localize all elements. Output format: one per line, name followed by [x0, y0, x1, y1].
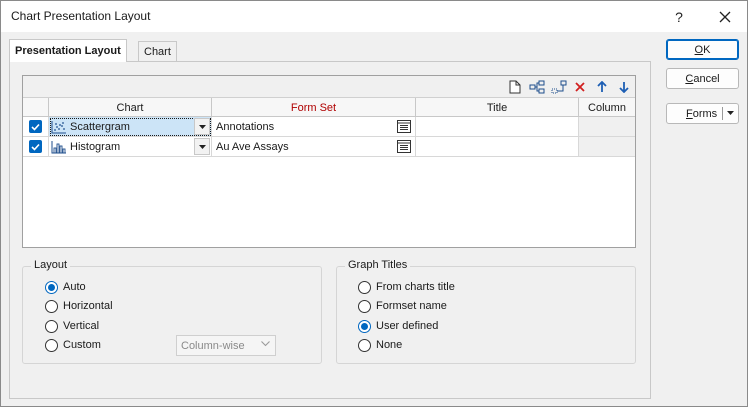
custom-layout-select: Column-wise [176, 335, 276, 356]
move-down-icon[interactable] [615, 78, 633, 96]
help-button[interactable]: ? [657, 1, 701, 32]
grid-header: Chart Form Set Title Column [23, 98, 635, 117]
radio-indicator [358, 319, 371, 333]
layout-custom-radio[interactable]: Custom [45, 337, 101, 353]
chart-select[interactable]: Scattergram [49, 117, 212, 137]
forms-button[interactable]: Forms [666, 103, 739, 124]
title-field[interactable] [416, 137, 579, 157]
header-check [23, 98, 49, 117]
table-row: Scattergram Annotations [23, 117, 635, 137]
cancel-button[interactable]: Cancel [666, 68, 739, 89]
new-row-icon[interactable] [506, 78, 524, 96]
chart-dropdown-button[interactable] [194, 138, 210, 155]
radio-indicator [45, 280, 58, 294]
chart-name: Histogram [70, 140, 121, 153]
form-set-value: Au Ave Assays [216, 140, 289, 153]
form-browse-icon[interactable] [397, 140, 411, 153]
forms-mnemonic: F [686, 107, 693, 120]
layout-horizontal-radio[interactable]: Horizontal [45, 298, 113, 314]
radio-indicator [45, 299, 58, 313]
ok-mnemonic: O [694, 43, 704, 56]
chart-grid: Chart Form Set Title Column Scattergram … [22, 75, 636, 248]
help-icon: ? [675, 8, 683, 25]
tab-presentation-layout[interactable]: Presentation Layout [9, 39, 127, 62]
radio-indicator [358, 299, 371, 313]
title-bar: Chart Presentation Layout ? [1, 1, 747, 32]
layout-auto-radio[interactable]: Auto [45, 279, 86, 295]
radio-indicator [358, 338, 371, 352]
row-checkbox[interactable] [29, 140, 42, 153]
insert-row-icon[interactable] [528, 78, 546, 96]
radio-indicator [45, 338, 58, 352]
row-checkbox[interactable] [29, 120, 42, 133]
title-from-charts-radio[interactable]: From charts title [358, 279, 455, 295]
form-set-value: Annotations [216, 120, 275, 133]
title-formset-name-radio[interactable]: Formset name [358, 298, 447, 314]
title-user-defined-radio[interactable]: User defined [358, 318, 438, 334]
header-chart[interactable]: Chart [49, 98, 212, 117]
cancel-mnemonic: C [685, 72, 694, 85]
ok-label: K [703, 43, 711, 56]
tab-chart[interactable]: Chart [138, 41, 177, 61]
caret-down-icon[interactable] [727, 111, 734, 115]
cancel-label: ancel [693, 72, 720, 85]
row-checkbox-cell [23, 137, 49, 157]
split-separator [722, 107, 723, 120]
radio-label: Horizontal [63, 300, 113, 312]
row-checkbox-cell [23, 117, 49, 137]
checkmark-icon [31, 143, 40, 151]
tab-label: Chart [144, 45, 171, 58]
radio-label: Custom [63, 339, 101, 351]
tab-label: Presentation Layout [15, 45, 121, 57]
checkmark-icon [31, 123, 40, 131]
chart-select[interactable]: Histogram [49, 137, 212, 157]
title-field[interactable] [416, 117, 579, 137]
forms-label: orms [692, 107, 718, 120]
layout-vertical-radio[interactable]: Vertical [45, 318, 99, 334]
radio-label: Auto [63, 281, 86, 293]
title-none-radio[interactable]: None [358, 337, 402, 353]
ok-button[interactable]: OK [666, 39, 739, 60]
chart-dropdown-button[interactable] [194, 118, 210, 135]
grid-toolbar [23, 76, 635, 98]
caret-down-icon [198, 144, 206, 149]
custom-layout-value: Column-wise [181, 339, 245, 352]
window-title: Chart Presentation Layout [11, 9, 151, 23]
header-form-set[interactable]: Form Set [212, 98, 416, 117]
radio-label: From charts title [376, 281, 455, 293]
append-row-icon[interactable] [550, 78, 568, 96]
header-column[interactable]: Column [579, 98, 635, 117]
column-field [579, 117, 635, 137]
move-up-icon[interactable] [593, 78, 611, 96]
radio-label: None [376, 339, 403, 351]
histogram-icon [51, 140, 66, 153]
chart-name: Scattergram [70, 120, 130, 133]
form-set-field[interactable]: Au Ave Assays [212, 137, 416, 157]
delete-row-icon[interactable] [571, 78, 589, 96]
caret-down-icon [198, 124, 206, 129]
form-set-field[interactable]: Annotations [212, 117, 416, 137]
scattergram-icon [51, 120, 66, 133]
layout-group-title: Layout [31, 259, 71, 271]
dialog-window: Chart Presentation Layout ? Presentation… [0, 0, 748, 407]
radio-label: Formset name [376, 300, 447, 312]
radio-label: User defined [376, 320, 439, 332]
header-title[interactable]: Title [416, 98, 579, 117]
table-row: Histogram Au Ave Assays [23, 137, 635, 157]
chevron-down-icon [261, 341, 270, 347]
radio-indicator [45, 319, 58, 333]
close-button[interactable] [703, 1, 747, 32]
radio-indicator [358, 280, 371, 294]
radio-label: Vertical [63, 320, 100, 332]
close-icon [719, 11, 731, 22]
graph-titles-group-title: Graph Titles [345, 259, 411, 271]
column-field [579, 137, 635, 157]
form-browse-icon[interactable] [397, 120, 411, 133]
